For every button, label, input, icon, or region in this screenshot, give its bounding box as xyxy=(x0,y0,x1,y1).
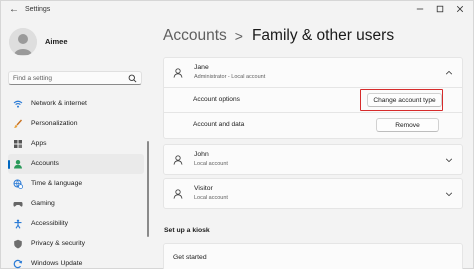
user-card-header[interactable]: John Local account xyxy=(164,145,462,175)
accessibility-icon xyxy=(14,219,22,229)
sidebar-item-privacy[interactable]: Privacy & security xyxy=(8,234,144,254)
sidebar-item-label: Network & internet xyxy=(31,100,87,107)
user-avatar-icon xyxy=(9,28,37,56)
shield-icon xyxy=(14,239,22,249)
sidebar-item-label: Time & language xyxy=(31,180,83,187)
back-arrow-icon[interactable]: ← xyxy=(9,5,19,15)
search-input[interactable] xyxy=(13,73,123,84)
user-card-header[interactable]: Visitor Local account xyxy=(164,179,462,209)
sidebar-nav: Network & internet Personalization Apps xyxy=(8,94,144,269)
sidebar-item-label: Accounts xyxy=(31,160,59,167)
user-role: Administrator - Local account xyxy=(194,74,266,80)
person-icon xyxy=(173,68,183,78)
sidebar-item-time-language[interactable]: Time & language xyxy=(8,174,144,194)
sidebar-item-gaming[interactable]: Gaming xyxy=(8,194,144,214)
apps-icon xyxy=(14,140,22,148)
minimize-button[interactable] xyxy=(413,3,427,15)
wifi-icon xyxy=(13,100,23,108)
settings-window: ← Settings Aimee Find a setting Network … xyxy=(0,0,474,269)
sidebar-item-accounts[interactable]: Accounts xyxy=(8,154,144,174)
kiosk-section-title: Set up a kiosk xyxy=(164,227,210,234)
sidebar-item-apps[interactable]: Apps xyxy=(8,134,144,154)
breadcrumb-separator: > xyxy=(234,28,243,44)
sidebar-scrollbar[interactable] xyxy=(147,141,149,237)
user-card-visitor[interactable]: Visitor Local account xyxy=(163,178,463,209)
person-icon xyxy=(173,189,183,199)
sidebar-item-label: Personalization xyxy=(31,120,78,127)
user-role: Local account xyxy=(194,161,228,167)
minimize-icon xyxy=(416,8,424,10)
globe-clock-icon xyxy=(13,179,23,189)
sidebar-item-personalization[interactable]: Personalization xyxy=(8,114,144,134)
person-icon xyxy=(173,155,183,165)
kiosk-card[interactable]: Get started xyxy=(163,243,463,269)
user-name: Visitor xyxy=(194,185,213,192)
update-icon xyxy=(13,259,23,269)
account-options-row: Account options Change account type xyxy=(163,88,463,113)
chevron-up-icon[interactable] xyxy=(445,69,453,77)
gamepad-icon xyxy=(13,202,23,207)
chevron-down-icon[interactable] xyxy=(445,156,453,164)
chevron-down-icon[interactable] xyxy=(445,190,453,198)
sidebar-item-accessibility[interactable]: Accessibility xyxy=(8,214,144,234)
close-icon xyxy=(456,5,464,13)
user-role: Local account xyxy=(194,195,228,201)
sidebar-item-label: Gaming xyxy=(31,200,55,207)
account-data-row: Account and data Remove xyxy=(163,113,463,139)
active-indicator xyxy=(8,160,10,169)
title-bar: ← Settings xyxy=(1,1,473,19)
accounts-icon xyxy=(14,160,22,169)
account-data-label: Account and data xyxy=(193,121,245,128)
account-options-label: Account options xyxy=(193,96,240,103)
sidebar-item-label: Privacy & security xyxy=(31,240,86,247)
user-name: Jane xyxy=(194,64,209,71)
user-name: Aimee xyxy=(45,37,68,46)
sidebar-item-network[interactable]: Network & internet xyxy=(8,94,144,114)
remove-button[interactable]: Remove xyxy=(376,118,439,132)
brush-icon xyxy=(14,119,23,129)
sidebar-item-windows-update[interactable]: Windows Update xyxy=(8,254,144,269)
user-card-john[interactable]: John Local account xyxy=(163,144,463,175)
page-title: Family & other users xyxy=(251,27,395,44)
breadcrumb-parent[interactable]: Accounts xyxy=(163,27,227,44)
breadcrumb: Accounts > Family & other users xyxy=(163,27,394,47)
search-icon[interactable] xyxy=(128,74,137,83)
maximize-icon xyxy=(436,5,444,13)
maximize-button[interactable] xyxy=(433,3,447,15)
user-card-jane[interactable]: Jane Administrator - Local account xyxy=(163,57,463,88)
user-card-header[interactable]: Jane Administrator - Local account xyxy=(164,58,462,88)
sidebar-item-label: Apps xyxy=(31,140,47,147)
user-name: John xyxy=(194,151,209,158)
get-started-label[interactable]: Get started xyxy=(173,254,207,261)
change-account-type-button[interactable]: Change account type xyxy=(367,93,442,107)
search-box[interactable] xyxy=(8,71,142,85)
window-title: Settings xyxy=(25,6,51,13)
avatar[interactable] xyxy=(9,28,37,56)
sidebar-item-label: Accessibility xyxy=(31,220,69,227)
close-button[interactable] xyxy=(453,3,467,15)
sidebar-item-label: Windows Update xyxy=(31,260,83,267)
